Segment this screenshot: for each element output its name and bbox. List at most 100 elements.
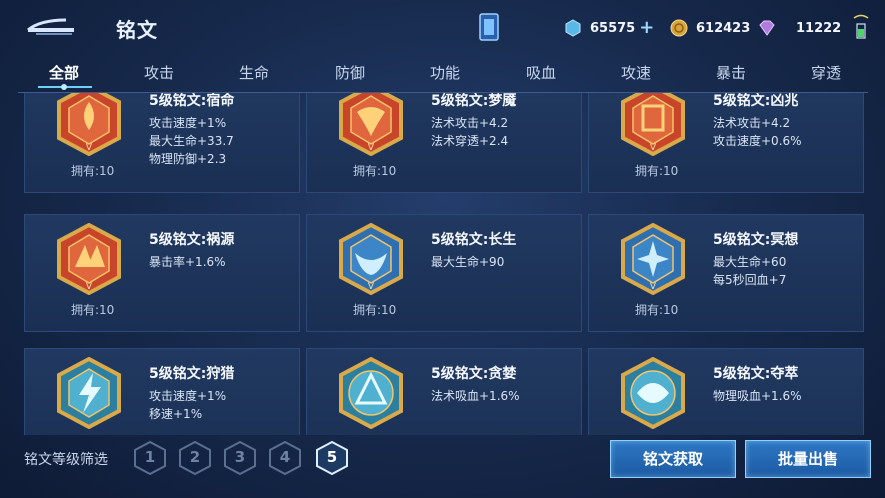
level-2-filter[interactable]: 2 [178,440,212,476]
rune-card[interactable]: V 5级铭文:长生 最大生命+90 拥有:10 [306,214,582,332]
red-rune-icon: V [57,93,121,156]
rune-grid: V 5级铭文:宿命 攻击速度+1% 最大生命+33.7 物理防御+2.3 拥有:… [0,93,885,435]
blue-rune-icon: V [339,223,403,295]
rune-name: 5级铭文:长生 [431,232,517,248]
owned-count: 拥有:10 [353,303,397,317]
level-number: 5 [326,448,338,466]
rune-attr: 暴击率+1.6% [149,255,226,269]
blue-rune-icon: V [621,223,685,295]
svg-text:V: V [86,282,93,292]
page-title: 铭文 [116,18,158,42]
rune-attributes: 最大生命+90 [431,253,504,271]
tab-all[interactable]: 全部 [29,62,99,83]
rune-card[interactable]: 5级铭文:夺萃 物理吸血+1.6% [588,348,864,435]
obtain-rune-button[interactable]: 铭文获取 [610,440,736,478]
rune-attr: 最大生命+60 [713,255,787,269]
diamond-amount: 65575 [590,20,636,36]
rune-card[interactable]: 5级铭文:贪婪 法术吸血+1.6% [306,348,582,435]
red-rune-icon: V [339,93,403,156]
gem-amount: 11222 [796,20,842,36]
level-number: 4 [279,448,291,466]
rune-attr: 最大生命+90 [431,255,505,269]
rune-card[interactable]: V 5级铭文:祸源 暴击率+1.6% 拥有:10 [24,214,300,332]
rune-attr: 攻击速度+0.6% [713,134,802,148]
red-rune-icon: V [57,223,121,295]
rune-name: 5级铭文:祸源 [149,232,235,248]
owned-count: 拥有:10 [71,164,115,178]
owned-count: 拥有:10 [353,164,397,178]
rune-card[interactable]: V 5级铭文:宿命 攻击速度+1% 最大生命+33.7 物理防御+2.3 拥有:… [24,93,300,193]
svg-text:V: V [368,282,375,292]
svg-text:V: V [86,143,93,153]
rune-name: 5级铭文:凶兆 [713,93,799,109]
rune-attr: 攻击速度+1% [149,116,227,130]
rune-attributes: 物理吸血+1.6% [713,387,802,405]
top-bar: 铭文 65575 + 612423 11222 [0,0,885,56]
svg-text:V: V [368,143,375,153]
add-diamond-button[interactable]: + [639,19,654,37]
cyan-rune-icon [57,357,121,429]
gold-amount: 612423 [696,20,751,36]
level-number: 3 [234,448,246,466]
tab-penetration[interactable]: 穿透 [791,62,861,83]
tab-crit[interactable]: 暴击 [696,62,766,83]
rune-attr: 法术攻击+4.2 [713,116,791,130]
rune-attributes: 法术攻击+4.2 法术穿透+2.4 [431,114,508,150]
rune-attr: 每5秒回血+7 [713,273,787,287]
rune-card[interactable]: 5级铭文:狩猎 攻击速度+1% 移速+1% [24,348,300,435]
back-button[interactable] [22,12,78,42]
rune-attr: 物理吸血+1.6% [713,389,802,403]
bulk-sell-button[interactable]: 批量出售 [745,440,871,478]
rune-attr: 最大生命+33.7 [149,134,234,148]
level-4-filter[interactable]: 4 [268,440,302,476]
back-arrow-icon [27,18,74,35]
rune-name: 5级铭文:宿命 [149,93,235,109]
rune-attributes: 最大生命+60 每5秒回血+7 [713,253,786,289]
gem-icon [759,20,775,36]
red-rune-icon: V [621,93,685,156]
tab-lifesteal[interactable]: 吸血 [506,62,576,83]
rune-card[interactable]: V 5级铭文:冥想 最大生命+60 每5秒回血+7 拥有:10 [588,214,864,332]
rune-attr: 法术攻击+4.2 [431,116,509,130]
owned-count: 拥有:10 [635,164,679,178]
tab-attack-speed[interactable]: 攻速 [601,62,671,83]
tab-attack[interactable]: 攻击 [124,62,194,83]
rune-name: 5级铭文:贪婪 [431,366,517,382]
diamond-currency: 65575 + [564,16,654,40]
rune-name: 5级铭文:梦魇 [431,93,517,109]
level-number: 2 [189,448,201,466]
level-number: 1 [144,448,156,466]
active-tab-dot [61,84,67,90]
rune-attr: 法术穿透+2.4 [431,134,509,148]
diamond-icon [565,19,581,37]
cyan-rune-icon [621,357,685,429]
rune-attr: 移速+1% [149,407,203,421]
tab-defense[interactable]: 防御 [315,62,385,83]
level-1-filter[interactable]: 1 [133,440,167,476]
rune-book-icon[interactable] [478,12,500,42]
rune-attributes: 暴击率+1.6% [149,253,226,271]
owned-count: 拥有:10 [71,303,115,317]
level-3-filter[interactable]: 3 [223,440,257,476]
rune-name: 5级铭文:夺萃 [713,366,799,382]
rune-attributes: 攻击速度+1% 移速+1% [149,387,226,423]
tab-health[interactable]: 生命 [219,62,289,83]
level-filter-label: 铭文等级筛选 [24,452,108,468]
category-tabs: 全部 攻击 生命 防御 功能 吸血 攻速 暴击 穿透 [0,56,885,92]
level-5-filter[interactable]: 5 [315,440,349,476]
tab-utility[interactable]: 功能 [410,62,480,83]
rune-card[interactable]: V 5级铭文:凶兆 法术攻击+4.2 攻击速度+0.6% 拥有:10 [588,93,864,193]
rune-attr: 攻击速度+1% [149,389,227,403]
gold-currency: 612423 [670,16,750,40]
rune-attributes: 法术吸血+1.6% [431,387,520,405]
cyan-rune-icon [339,357,403,429]
rune-card[interactable]: V 5级铭文:梦魇 法术攻击+4.2 法术穿透+2.4 拥有:10 [306,93,582,193]
rune-attr: 物理防御+2.3 [149,152,227,166]
rune-name: 5级铭文:冥想 [713,232,799,248]
rune-attributes: 攻击速度+1% 最大生命+33.7 物理防御+2.3 [149,114,234,168]
rune-name: 5级铭文:狩猎 [149,366,235,382]
gem-currency: 11222 [758,16,841,40]
svg-text:V: V [650,143,657,153]
owned-count: 拥有:10 [635,303,679,317]
signal-battery-icon [850,12,872,42]
